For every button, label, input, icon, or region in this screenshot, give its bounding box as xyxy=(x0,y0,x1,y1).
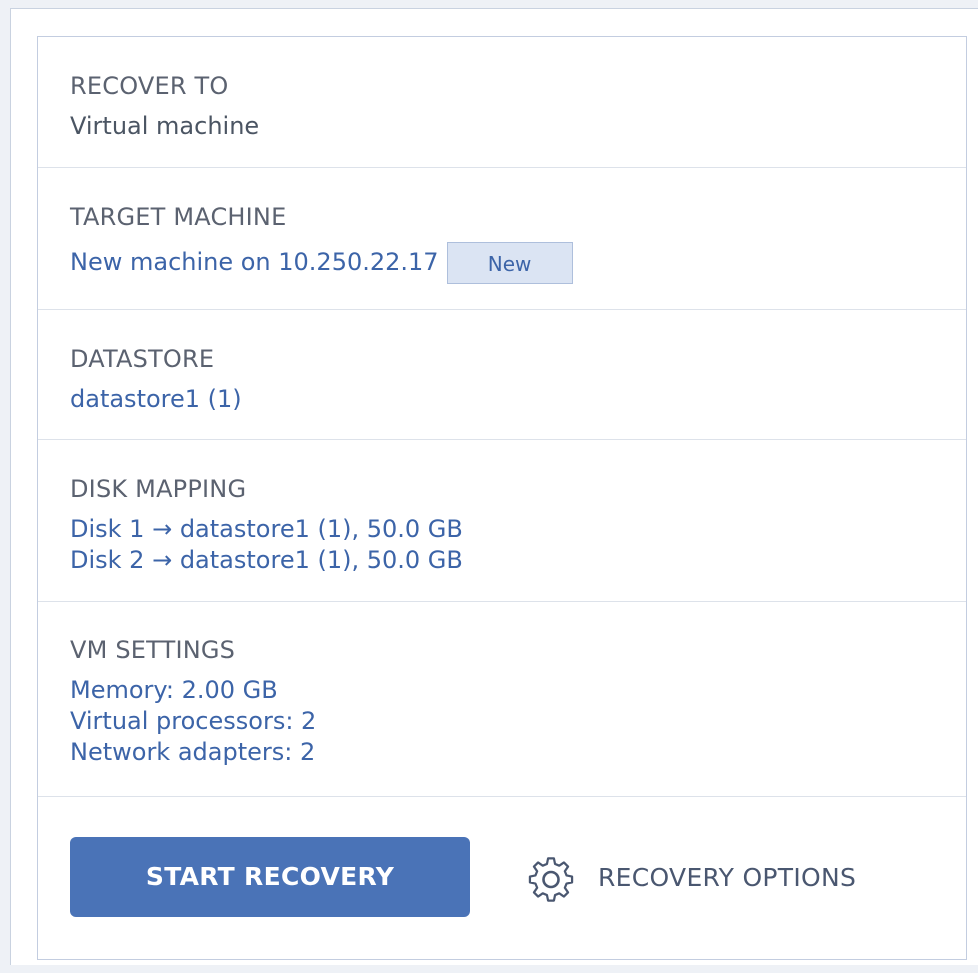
datastore-label: DATASTORE xyxy=(70,345,215,373)
gear-icon xyxy=(526,852,576,902)
disk-mapping-item-2[interactable]: Disk 2 → datastore1 (1), 50.0 GB xyxy=(70,545,966,576)
target-machine-label: TARGET MACHINE xyxy=(70,203,287,231)
vm-setting-processors[interactable]: Virtual processors: 2 xyxy=(70,706,966,737)
datastore-link[interactable]: datastore1 (1) xyxy=(70,384,966,415)
vm-settings-section: VM SETTINGS Memory: 2.00 GB Virtual proc… xyxy=(38,602,966,797)
recovery-options-label: RECOVERY OPTIONS xyxy=(598,862,857,892)
new-badge: New xyxy=(446,242,573,284)
disk-mapping-section: DISK MAPPING Disk 1 → datastore1 (1), 50… xyxy=(38,440,966,602)
recover-to-value: Virtual machine xyxy=(70,112,260,140)
recovery-panel: RECOVER TO Virtual machine TARGET MACHIN… xyxy=(37,36,967,960)
vm-setting-memory[interactable]: Memory: 2.00 GB xyxy=(70,675,966,706)
disk-mapping-item-1[interactable]: Disk 1 → datastore1 (1), 50.0 GB xyxy=(70,514,966,545)
vm-setting-network-adapters[interactable]: Network adapters: 2 xyxy=(70,737,966,768)
start-recovery-button[interactable]: START RECOVERY xyxy=(70,837,470,917)
target-machine-link[interactable]: New machine on 10.250.22.17 xyxy=(70,248,439,276)
target-machine-row: New machine on 10.250.22.17 New xyxy=(70,242,966,284)
vm-settings-label: VM SETTINGS xyxy=(70,636,236,664)
recovery-options-button[interactable]: RECOVERY OPTIONS xyxy=(526,849,856,905)
disk-mapping-label: DISK MAPPING xyxy=(70,475,247,503)
action-footer: START RECOVERY RECOVERY OPTIONS xyxy=(38,797,966,961)
recover-to-section: RECOVER TO Virtual machine xyxy=(38,37,966,168)
datastore-section: DATASTORE datastore1 (1) xyxy=(38,310,966,440)
recover-to-label: RECOVER TO xyxy=(70,72,229,100)
target-machine-section: TARGET MACHINE New machine on 10.250.22.… xyxy=(38,168,966,310)
